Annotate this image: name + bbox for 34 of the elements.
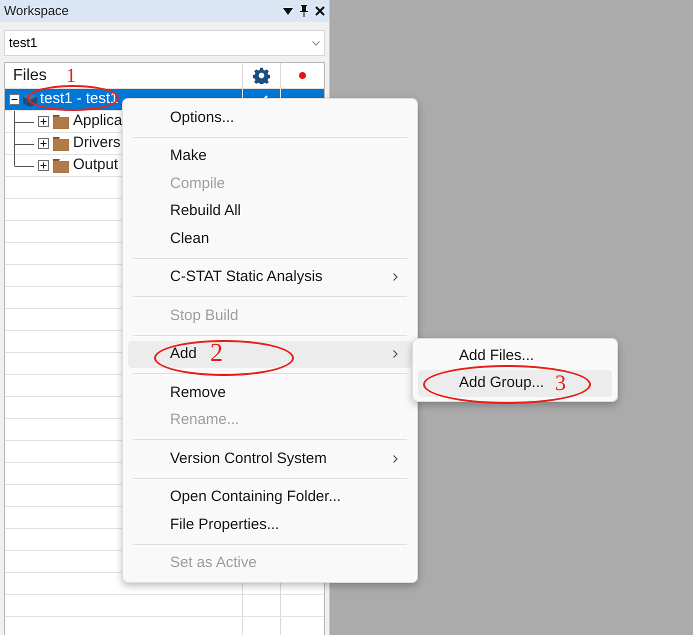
expand-icon[interactable] [38, 138, 49, 149]
tree-item-label[interactable]: Drivers [73, 132, 120, 155]
tree-item-label[interactable]: Output [73, 154, 118, 177]
panel-title: Workspace [4, 2, 70, 20]
menu-item[interactable]: Add Files... [418, 343, 612, 370]
annotation-number: 2 [210, 340, 223, 366]
chevron-down-icon [312, 40, 320, 46]
menu-item[interactable]: Open Containing Folder... [128, 484, 412, 511]
tree-line [14, 110, 34, 132]
cube-icon [22, 92, 38, 108]
annotation-number: 3 [555, 372, 566, 394]
menu-item[interactable]: File Properties... [128, 511, 412, 538]
folder-icon [53, 114, 69, 128]
menu-item[interactable]: Make [128, 142, 412, 170]
tree-item-label[interactable]: Applica [73, 110, 122, 133]
menu-item[interactable]: Version Control System [128, 445, 412, 472]
collapse-icon[interactable] [9, 94, 20, 105]
folder-icon [53, 158, 69, 172]
folder-icon [53, 136, 69, 150]
configuration-dropdown[interactable]: test1 [4, 30, 325, 56]
menu-item[interactable]: C-STAT Static Analysis [128, 264, 412, 291]
expand-icon[interactable] [38, 160, 49, 171]
menu-item[interactable]: Options... [128, 104, 412, 132]
annotation-number: 1 [66, 66, 76, 86]
pin-icon[interactable] [299, 5, 309, 17]
column-header[interactable]: Files [13, 64, 47, 88]
expand-icon[interactable] [38, 116, 49, 127]
close-icon[interactable] [315, 6, 325, 16]
gear-icon[interactable] [253, 67, 270, 84]
status-dot-icon [299, 72, 306, 79]
dropdown-icon[interactable] [283, 8, 293, 14]
menu-item[interactable]: Clean [128, 225, 412, 252]
menu-item[interactable]: Rebuild All [128, 198, 412, 225]
menu-item[interactable]: Remove [128, 379, 412, 406]
